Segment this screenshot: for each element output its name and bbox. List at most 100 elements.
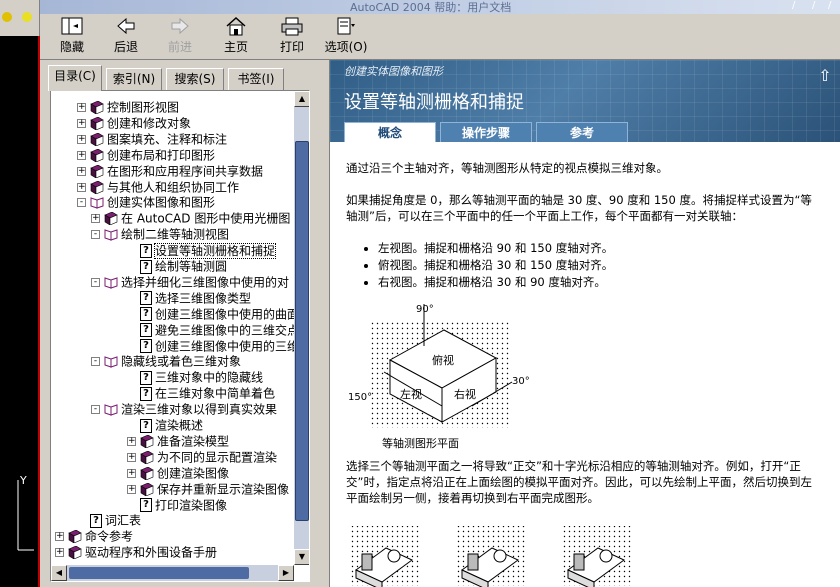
- lightbulb-icon[interactable]: [2, 12, 12, 22]
- tree-item-label: 图案填充、注释和标注: [107, 132, 228, 147]
- options-button[interactable]: 选项(O): [322, 16, 370, 58]
- hide-button[interactable]: 隐藏: [52, 16, 92, 58]
- tree-item-label: 与其他人和组织协同工作: [107, 180, 240, 194]
- tree-item[interactable]: ? 三维对象中的隐藏线: [140, 369, 263, 385]
- tree-item-label: 绘制等轴测圆: [155, 259, 228, 274]
- open-book-icon: [104, 277, 118, 289]
- book-icon: [140, 450, 154, 464]
- tree-item[interactable]: ? 打印渲染图像: [140, 497, 227, 513]
- tree-item[interactable]: + 与其他人和组织协同工作: [77, 179, 239, 195]
- tree-item[interactable]: ? 绘制等轴测圆: [140, 258, 227, 274]
- tab-concept[interactable]: 概念: [344, 122, 436, 142]
- expand-icon[interactable]: +: [55, 548, 64, 558]
- tree-item[interactable]: - 隐藏线或着色三维对象: [91, 353, 241, 369]
- horizontal-scrollbar[interactable]: ◀ ▶: [51, 565, 294, 581]
- tab-index[interactable]: 索引(N): [106, 68, 162, 90]
- tree-item[interactable]: + 在 AutoCAD 图形中使用光栅图: [91, 210, 290, 226]
- tree-item[interactable]: + 保存并重新显示渲染图像: [127, 481, 289, 497]
- minimize-icon[interactable]: /: [792, 1, 802, 11]
- tree-item[interactable]: ? 词汇表: [90, 512, 141, 528]
- sun-icon[interactable]: [22, 12, 32, 22]
- expand-icon[interactable]: +: [77, 134, 86, 144]
- book-icon: [68, 546, 82, 560]
- expand-icon[interactable]: +: [77, 182, 86, 192]
- scroll-down-icon[interactable]: ▼: [294, 549, 309, 565]
- help-page-icon: ?: [140, 291, 152, 306]
- tree-item-label: 驱动程序和外围设备手册: [85, 545, 218, 560]
- help-page-icon: ?: [140, 370, 152, 385]
- close-icon[interactable]: /: [828, 1, 838, 11]
- tab-search[interactable]: 搜索(S): [166, 68, 224, 90]
- expand-icon[interactable]: +: [77, 103, 86, 112]
- tree-item[interactable]: ? 避免三维图像中的三维交点: [140, 322, 294, 338]
- tree-item-label: 渲染三维对象以得到真实效果: [121, 402, 278, 417]
- tree-item[interactable]: ? 选择三维图像类型: [140, 290, 251, 306]
- expand-icon[interactable]: +: [127, 468, 136, 478]
- home-button[interactable]: 主页: [216, 16, 256, 58]
- toolbar: 隐藏 后退 前进 主页 打印 选项(O): [40, 14, 840, 60]
- open-book-icon: [104, 404, 118, 416]
- expand-icon[interactable]: +: [127, 436, 136, 446]
- book-icon: [90, 132, 104, 146]
- tree-item[interactable]: - 创建实体图像和图形: [77, 194, 215, 210]
- tab-reference[interactable]: 参考: [536, 122, 628, 142]
- tree-item[interactable]: + 创建和修改对象: [77, 115, 191, 131]
- expand-icon[interactable]: +: [127, 452, 136, 462]
- tree-item[interactable]: + 图案填充、注释和标注: [77, 131, 227, 147]
- tree-item[interactable]: ? 在三维对象中简单着色: [140, 385, 275, 401]
- expand-icon[interactable]: +: [55, 532, 64, 542]
- tree-item[interactable]: - 选择并细化三维图像中使用的对: [91, 274, 289, 290]
- scroll-left-icon[interactable]: ◀: [51, 565, 67, 581]
- scroll-up-icon[interactable]: ▲: [294, 91, 309, 107]
- vertical-scrollbar[interactable]: ▲ ▼: [294, 91, 309, 565]
- tree-item[interactable]: + 为不同的显示配置渲染: [127, 449, 277, 465]
- maximize-icon[interactable]: /: [812, 1, 822, 11]
- collapse-icon[interactable]: -: [91, 405, 100, 415]
- tree-item[interactable]: ? 创建三维图像中使用的曲面: [140, 306, 294, 322]
- back-button[interactable]: 后退: [106, 16, 146, 58]
- tab-procedures[interactable]: 操作步骤: [440, 122, 532, 142]
- tree-item[interactable]: + 准备渲染模型: [127, 433, 229, 449]
- tree-item-label: 设置等轴测栅格和捕捉: [153, 242, 277, 259]
- book-icon: [90, 180, 104, 194]
- tree-item-label: 创建三维图像中使用的三维: [155, 339, 294, 353]
- collapse-icon[interactable]: -: [91, 357, 100, 367]
- up-arrow-icon[interactable]: ⇧: [815, 66, 835, 86]
- tree-item[interactable]: + 创建渲染图像: [127, 465, 229, 481]
- tree-item-label: 准备渲染模型: [157, 434, 230, 449]
- contents-tree[interactable]: + 控制图形视图 + 创建和修改对象 + 图案填充、注释和标注 + 创建布局和打印图形 + 在图形…: [51, 91, 294, 581]
- scroll-right-icon[interactable]: ▶: [278, 565, 294, 581]
- tree-item[interactable]: ? 渲染概述: [140, 417, 203, 433]
- list-item: 俯视图。捕捉和栅格沿 30 和 150 度轴对齐。: [378, 257, 613, 274]
- book-icon: [68, 530, 82, 544]
- tree-item-label: 选择三维图像类型: [155, 291, 252, 306]
- tab-contents[interactable]: 目录(C): [48, 65, 102, 91]
- vertical-scroll-thumb[interactable]: [295, 141, 309, 521]
- tree-item[interactable]: - 绘制二维等轴测视图: [91, 226, 229, 242]
- tree-item[interactable]: + 控制图形视图: [77, 99, 179, 115]
- tab-bookmarks[interactable]: 书签(I): [228, 68, 284, 90]
- book-icon: [140, 482, 154, 496]
- tree-item[interactable]: ? 设置等轴测栅格和捕捉: [140, 242, 277, 259]
- expand-icon[interactable]: +: [77, 150, 86, 160]
- tree-item[interactable]: + 命令参考: [55, 528, 133, 544]
- breadcrumb[interactable]: 创建实体图像和图形: [344, 63, 443, 79]
- expand-icon[interactable]: +: [127, 484, 136, 494]
- tree-item[interactable]: ? 创建三维图像中使用的三维: [140, 338, 294, 354]
- horizontal-scroll-thumb[interactable]: [69, 567, 249, 579]
- tree-item[interactable]: + 驱动程序和外围设备手册: [55, 544, 217, 560]
- collapse-icon[interactable]: -: [77, 198, 86, 208]
- expand-icon[interactable]: +: [91, 214, 100, 224]
- tree-item[interactable]: - 渲染三维对象以得到真实效果: [91, 401, 277, 417]
- expand-icon[interactable]: +: [77, 118, 86, 128]
- forward-button[interactable]: 前进: [160, 16, 200, 58]
- collapse-icon[interactable]: -: [91, 277, 100, 287]
- open-book-icon: [90, 197, 104, 210]
- home-label: 主页: [223, 40, 248, 54]
- tree-item[interactable]: + 创建布局和打印图形: [77, 147, 215, 163]
- print-button[interactable]: 打印: [272, 16, 312, 58]
- collapse-icon[interactable]: -: [91, 230, 100, 240]
- help-page-icon: ?: [140, 259, 152, 274]
- expand-icon[interactable]: +: [77, 166, 86, 176]
- tree-item[interactable]: + 在图形和应用程序间共享数据: [77, 163, 263, 179]
